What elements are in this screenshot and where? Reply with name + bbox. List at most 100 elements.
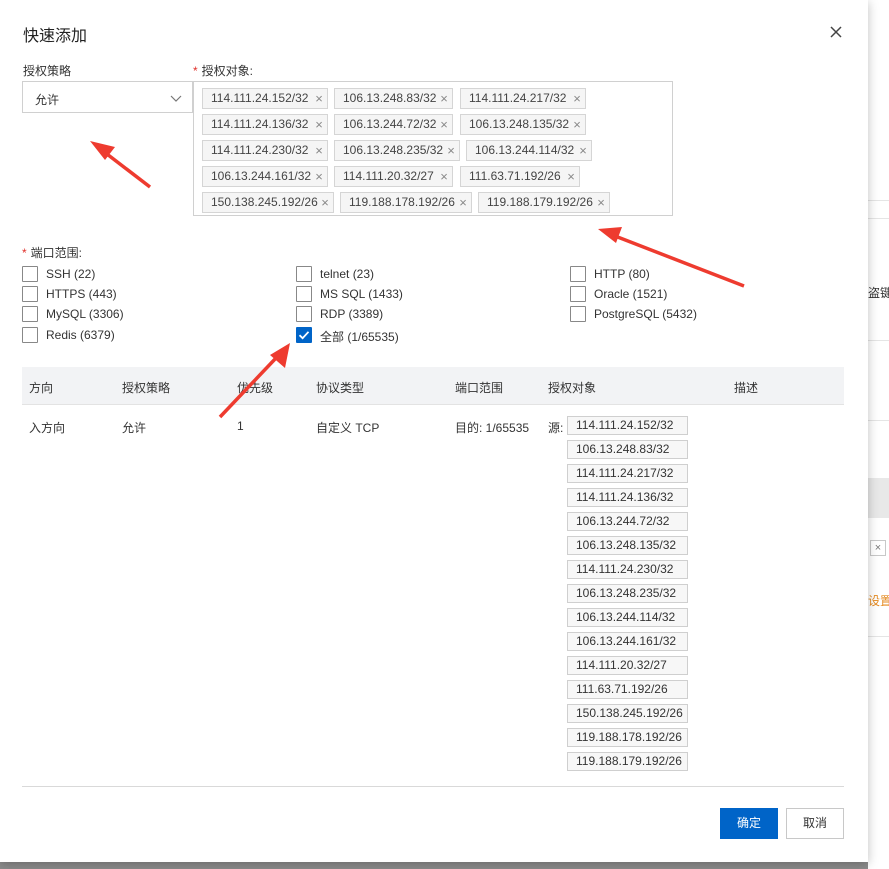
close-button[interactable]	[826, 22, 846, 42]
bg-close-icon: ×	[870, 540, 886, 556]
bg-divider	[868, 420, 889, 421]
source-pill: 106.13.248.135/32	[567, 536, 688, 555]
source-pill: 106.13.244.114/32	[567, 608, 688, 627]
bg-strip	[868, 478, 889, 518]
object-tag: 114.111.20.32/27 ×	[334, 166, 453, 187]
remove-tag-icon[interactable]: ×	[438, 89, 450, 108]
required-mark: *	[22, 246, 27, 260]
column-header: 方向	[29, 381, 54, 395]
object-tag-text: 106.13.248.235/32	[343, 143, 444, 157]
ports-label: * 端口范围:	[22, 244, 82, 261]
policy-label: 授权策略	[23, 64, 72, 78]
object-tag: 114.111.24.152/32 ×	[202, 88, 328, 109]
source-pill: 114.111.24.136/32	[567, 488, 688, 507]
column-header: 端口范围	[455, 381, 504, 395]
object-tag: 114.111.24.217/32 ×	[460, 88, 586, 109]
objects-label-text: 授权对象:	[201, 64, 254, 78]
checkbox[interactable]	[570, 286, 586, 302]
cell-policy: 允许	[122, 421, 147, 435]
object-tag-text: 106.13.244.161/32	[211, 169, 312, 183]
remove-tag-icon[interactable]: ×	[438, 115, 450, 134]
source-pill: 114.111.24.217/32	[567, 464, 688, 483]
checkbox[interactable]	[22, 327, 38, 343]
ports-label-text: 端口范围:	[30, 246, 83, 260]
bg-divider	[868, 200, 889, 201]
remove-tag-icon[interactable]: ×	[445, 141, 457, 160]
objects-tag-input[interactable]: 114.111.24.152/32 × 106.13.248.83/32 × 114…	[193, 81, 673, 216]
close-icon	[830, 26, 842, 38]
background-app: 盗键 × 设置	[868, 0, 889, 869]
required-mark: *	[193, 64, 198, 78]
remove-tag-icon[interactable]: ×	[319, 193, 331, 212]
port-option-label: telnet (23)	[320, 267, 375, 281]
column-header: 授权对象	[548, 381, 597, 395]
port-option-label: HTTPS (443)	[46, 287, 117, 301]
remove-tag-icon[interactable]: ×	[438, 167, 450, 186]
object-tag-text: 114.111.24.217/32	[469, 91, 567, 105]
bg-divider	[868, 636, 889, 637]
bg-text-fragment: 设置	[868, 594, 889, 608]
object-tag: 106.13.248.83/32 ×	[334, 88, 453, 109]
checkbox[interactable]	[296, 286, 312, 302]
object-tag-text: 106.13.248.135/32	[469, 117, 570, 131]
source-pill: 114.111.24.230/32	[567, 560, 688, 579]
checkbox[interactable]	[22, 266, 38, 282]
source-pill: 150.138.245.192/26	[567, 704, 688, 723]
checkbox[interactable]	[22, 306, 38, 322]
port-option-label: PostgreSQL (5432)	[594, 307, 697, 321]
checkbox[interactable]	[22, 286, 38, 302]
object-tag: 114.111.24.136/32 ×	[202, 114, 328, 135]
port-option-label: HTTP (80)	[594, 267, 650, 281]
remove-tag-icon[interactable]: ×	[313, 167, 325, 186]
checkbox[interactable]	[296, 266, 312, 282]
objects-label: * 授权对象:	[193, 62, 253, 79]
object-tag-text: 114.111.24.152/32	[211, 91, 309, 105]
checkmark-icon	[298, 331, 310, 340]
confirm-button[interactable]: 确定	[720, 808, 778, 839]
object-tag-text: 119.188.179.192/26	[487, 195, 593, 209]
source-pill: 114.111.20.32/27	[567, 656, 688, 675]
source-pill: 119.188.179.192/26	[567, 752, 688, 771]
source-pill: 106.13.244.161/32	[567, 632, 688, 651]
checkbox[interactable]	[296, 306, 312, 322]
bg-divider	[868, 340, 889, 341]
table-header: 方向 授权策略 优先级 协议类型 端口范围 授权对象 描述	[22, 367, 844, 405]
port-option-label: MySQL (3306)	[46, 307, 124, 321]
checkbox-checked[interactable]	[296, 327, 312, 343]
object-tag: 106.13.244.161/32 ×	[202, 166, 328, 187]
object-tag-text: 106.13.248.83/32	[343, 91, 437, 105]
dialog-title: 快速添加	[23, 28, 88, 45]
port-option-label: Redis (6379)	[46, 328, 115, 342]
object-tag: 119.188.179.192/26 ×	[478, 192, 610, 213]
remove-tag-icon[interactable]: ×	[595, 193, 607, 212]
object-tag: 119.188.178.192/26 ×	[340, 192, 472, 213]
remove-tag-icon[interactable]: ×	[313, 115, 325, 134]
source-pill: 106.13.248.235/32	[567, 584, 688, 603]
object-tag-text: 111.63.71.192/26	[469, 169, 561, 183]
policy-select[interactable]: 允许	[22, 81, 193, 113]
chevron-down-icon	[170, 95, 182, 102]
object-tag: 106.13.248.235/32 ×	[334, 140, 460, 161]
port-option-label: Oracle (1521)	[594, 287, 668, 301]
cancel-button[interactable]: 取消	[786, 808, 844, 839]
checkbox[interactable]	[570, 266, 586, 282]
remove-tag-icon[interactable]: ×	[577, 141, 589, 160]
column-header: 协议类型	[316, 381, 365, 395]
remove-tag-icon[interactable]: ×	[571, 115, 583, 134]
remove-tag-icon[interactable]: ×	[571, 89, 583, 108]
remove-tag-icon[interactable]: ×	[313, 89, 325, 108]
remove-tag-icon[interactable]: ×	[313, 141, 325, 160]
port-option-label: RDP (3389)	[320, 307, 384, 321]
remove-tag-icon[interactable]: ×	[457, 193, 469, 212]
object-tag: 106.13.248.135/32 ×	[460, 114, 586, 135]
object-tag-text: 150.138.245.192/26	[211, 195, 318, 209]
object-tag-text: 106.13.244.114/32	[475, 143, 575, 157]
remove-tag-icon[interactable]: ×	[565, 167, 577, 186]
source-pill: 106.13.248.83/32	[567, 440, 688, 459]
port-option-label: MS SQL (1433)	[320, 287, 403, 301]
policy-select-value: 允许	[35, 93, 60, 107]
object-tag-text: 114.111.24.230/32	[211, 143, 309, 157]
object-tag-text: 119.188.178.192/26	[349, 195, 455, 209]
checkbox[interactable]	[570, 306, 586, 322]
port-option-label: SSH (22)	[46, 267, 96, 281]
